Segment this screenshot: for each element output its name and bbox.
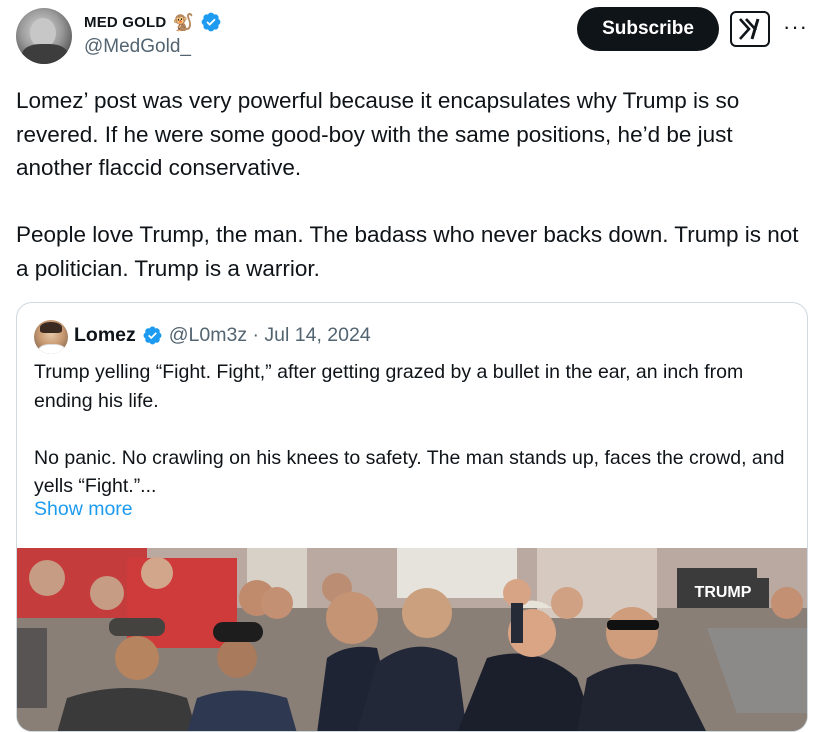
quote-author-name[interactable]: Lomez [74,324,136,347]
avatar-hair [40,322,62,333]
quote-handle-date[interactable]: @L0m3z · Jul 14, 2024 [169,324,371,347]
avatar-body [22,44,68,64]
author-handle[interactable]: @MedGold_ [84,36,191,58]
monkey-emoji: 🐒 [172,12,194,32]
grok-button[interactable] [730,11,770,47]
verified-badge-icon[interactable] [200,11,222,33]
more-icon[interactable]: ··· [783,14,808,40]
quote-header: Lomez @L0m3z · Jul 14, 2024 [74,324,371,347]
grok-icon [739,18,760,40]
show-more-link[interactable]: Show more [34,498,133,521]
author-display-name[interactable]: MED GOLD [84,14,166,31]
avatar-shirt [38,344,66,354]
sign-text: TRUMP [695,584,752,601]
post-text: Lomez’ post was very powerful because it… [16,88,799,281]
quote-author-avatar[interactable] [34,320,68,354]
quote-text: Trump yelling “Fight. Fight,” after gett… [34,361,785,497]
author-avatar[interactable] [16,8,72,64]
subscribe-button[interactable]: Subscribe [577,7,719,51]
quoted-post[interactable]: Lomez @L0m3z · Jul 14, 2024 Trump yellin… [16,302,808,732]
rally-photo: TRUMP [17,548,807,731]
verified-badge-icon [143,326,162,345]
quote-media-image[interactable]: TRUMP [17,548,807,731]
author-name-row[interactable]: MED GOLD 🐒 [84,12,222,32]
